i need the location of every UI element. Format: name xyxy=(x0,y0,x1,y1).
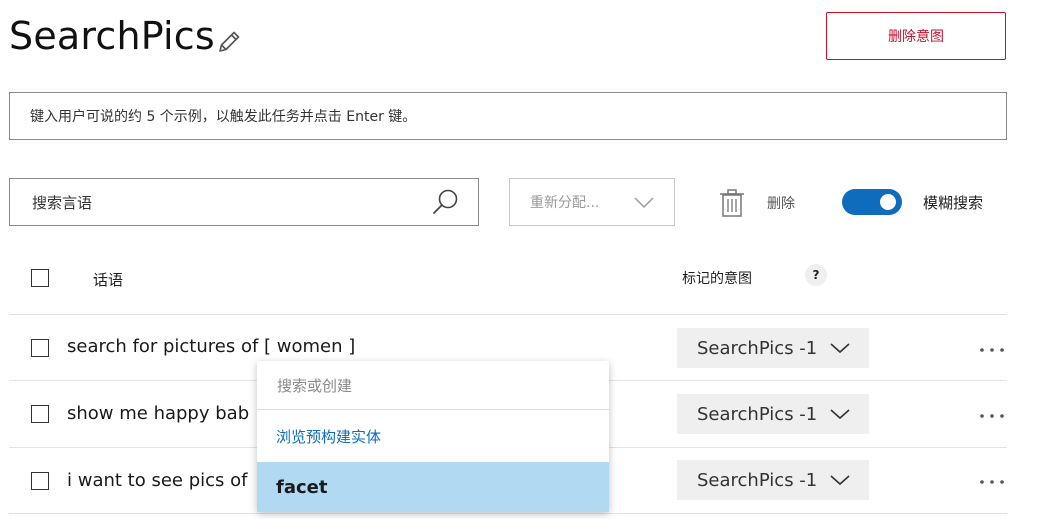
reassign-label: 重新分配... xyxy=(530,195,600,211)
intent-value: SearchPics -1 xyxy=(697,337,818,359)
example-input-placeholder: 键入用户可说的约 5 个示例，以触发此任务并点击 Enter 键。 xyxy=(30,109,417,125)
toggle-knob xyxy=(880,194,896,210)
page-title: SearchPics xyxy=(9,14,215,58)
column-header-labeled-intent: 标记的意图 xyxy=(682,271,752,287)
fuzzy-search-label: 模糊搜索 xyxy=(923,194,984,212)
row-checkbox[interactable] xyxy=(31,472,49,490)
example-utterance-input[interactable]: 键入用户可说的约 5 个示例，以触发此任务并点击 Enter 键。 xyxy=(9,92,1007,140)
column-header-utterance: 话语 xyxy=(93,271,124,289)
select-all-checkbox[interactable] xyxy=(31,269,49,287)
entity-picker-popup: 搜索或创建 浏览预构建实体 facet xyxy=(257,361,609,512)
chevron-down-icon xyxy=(830,409,850,420)
trash-icon[interactable] xyxy=(718,188,746,218)
chevron-down-icon xyxy=(830,343,850,354)
chevron-down-icon xyxy=(634,197,654,209)
search-icon[interactable] xyxy=(430,186,462,218)
pencil-edit-icon[interactable] xyxy=(214,27,244,57)
delete-intent-button[interactable]: 删除意图 xyxy=(826,12,1006,60)
browse-prebuilt-entities-link[interactable]: 浏览预构建实体 xyxy=(257,411,609,461)
more-options-icon[interactable] xyxy=(978,478,1006,486)
help-icon[interactable]: ? xyxy=(805,264,827,286)
search-utterances-input[interactable]: 搜索言语 xyxy=(9,178,479,226)
entity-search-placeholder: 搜索或创建 xyxy=(277,376,353,395)
row-divider xyxy=(9,314,1007,315)
chevron-down-icon xyxy=(830,475,850,486)
row-checkbox[interactable] xyxy=(31,405,49,423)
entity-search-input[interactable]: 搜索或创建 xyxy=(257,361,609,410)
utterance-text[interactable]: show me happy bab xyxy=(67,403,249,424)
search-placeholder: 搜索言语 xyxy=(32,193,93,212)
intent-value: SearchPics -1 xyxy=(697,469,818,491)
row-checkbox[interactable] xyxy=(31,339,49,357)
more-options-icon[interactable] xyxy=(978,412,1006,420)
intent-value: SearchPics -1 xyxy=(697,403,818,425)
row-divider xyxy=(9,513,1007,514)
delete-button-label[interactable]: 删除 xyxy=(767,193,795,213)
more-options-icon[interactable] xyxy=(978,346,1006,354)
utterance-text[interactable]: search for pictures of [ women ] xyxy=(67,336,355,357)
entity-option-facet[interactable]: facet xyxy=(257,462,609,512)
utterance-text[interactable]: i want to see pics of xyxy=(67,470,247,491)
